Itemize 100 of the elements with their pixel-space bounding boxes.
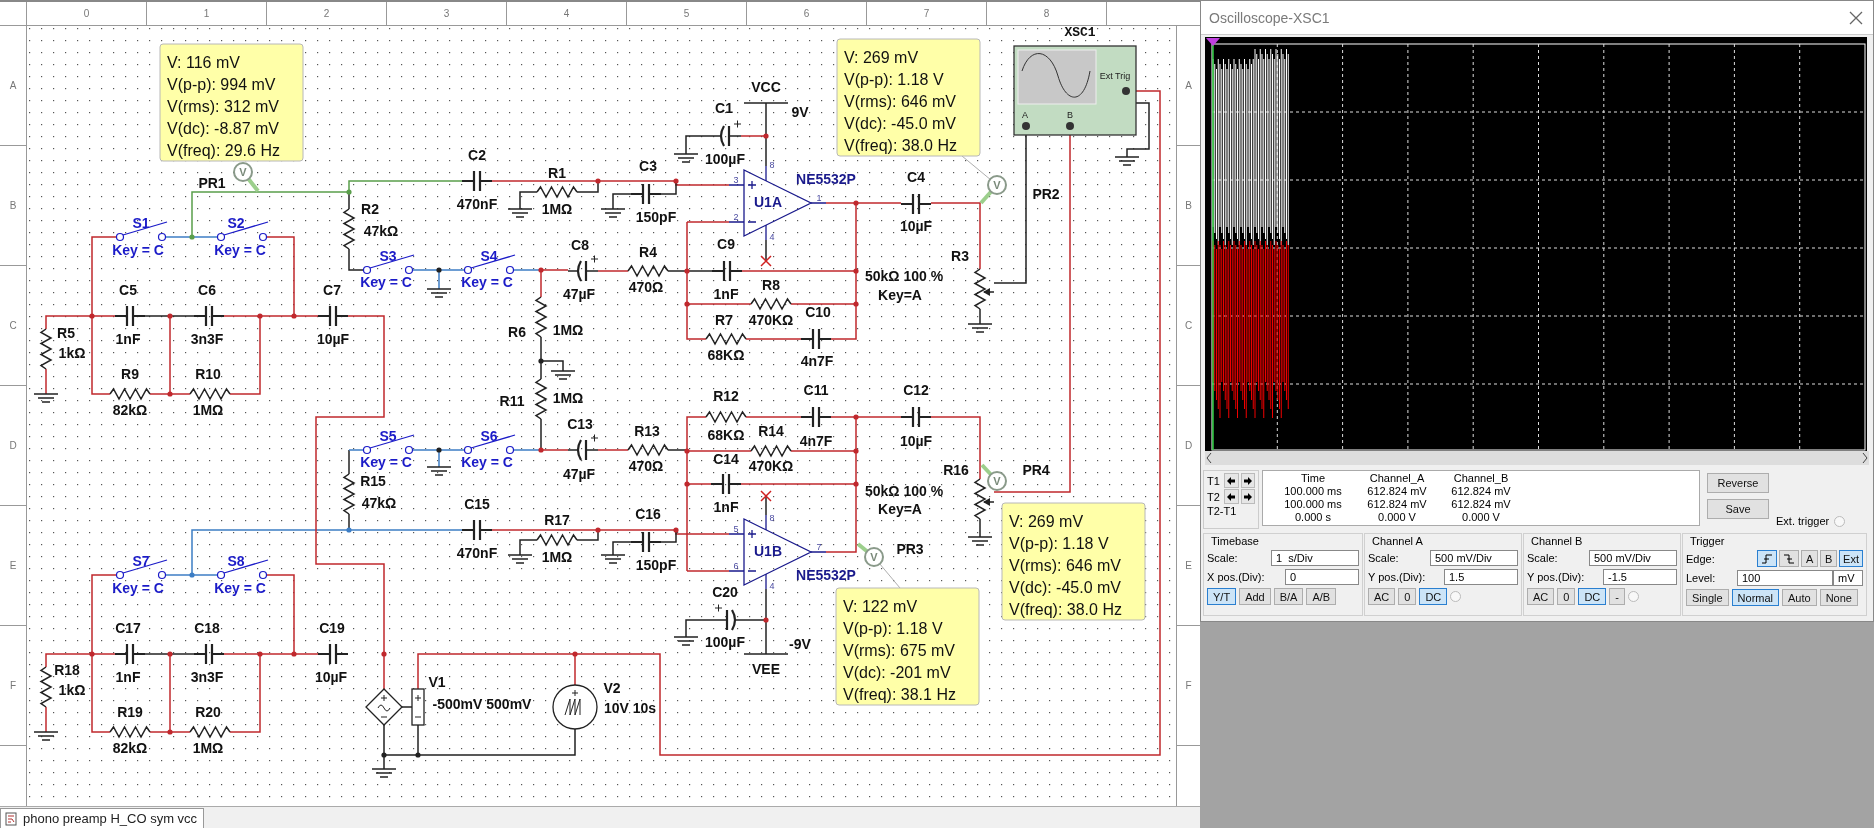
component-label: R9: [121, 366, 139, 383]
toggle-button[interactable]: AC: [1368, 588, 1396, 605]
input-field[interactable]: 0: [1285, 569, 1359, 585]
component-label: R1: [548, 165, 566, 182]
component-label: C13: [567, 416, 593, 433]
component-label: C4: [907, 169, 925, 186]
group-title: Channel A: [1371, 535, 1424, 547]
component-label: C18: [194, 620, 220, 637]
field-label: X pos.(Div):: [1207, 571, 1265, 583]
pin-number: 4: [769, 232, 775, 243]
ext-trigger-label: Ext. trigger: [1776, 515, 1830, 527]
field-label: Y pos.(Div):: [1368, 571, 1426, 583]
component-value: 1nF: [115, 331, 141, 348]
component-value: 1MΩ: [552, 390, 584, 407]
document-tab[interactable]: phono preamp H_CO sym vcc: [0, 808, 205, 828]
field-label: Y pos.(Div):: [1527, 571, 1585, 583]
component-value: 10V 10s: [603, 700, 657, 717]
input-field[interactable]: 1 s/Div: [1271, 550, 1359, 566]
action-button[interactable]: Reverse: [1707, 473, 1769, 493]
input-field[interactable]: 1.5: [1444, 569, 1518, 585]
probe-reading: V(dc): -201 mV: [843, 664, 951, 682]
mode-button[interactable]: None: [1819, 589, 1858, 606]
input-field[interactable]: 100: [1737, 570, 1833, 586]
window-title: Oscilloscope-XSC1: [1209, 9, 1330, 26]
component-value: 1MΩ: [541, 201, 573, 218]
key-label: Key = C: [214, 580, 266, 597]
component-label: S3: [379, 248, 397, 265]
ruler-label: F: [1185, 680, 1192, 692]
probe-reading: V(rms): 312 mV: [167, 98, 279, 116]
probe-reading: V(dc): -45.0 mV: [1009, 579, 1122, 597]
toggle-button[interactable]: Add: [1239, 588, 1271, 605]
component-label: S1: [132, 215, 150, 232]
trigger-source-button[interactable]: B: [1820, 550, 1838, 567]
cursor-label: T2: [1207, 490, 1221, 503]
key-label: Key = C: [112, 580, 164, 597]
mode-button[interactable]: Normal: [1731, 589, 1780, 606]
toggle-button[interactable]: 0: [1557, 588, 1576, 605]
probe-reading: V(freq): 38.0 Hz: [844, 137, 957, 155]
component-value: 470Ω: [628, 279, 664, 296]
component-value: 68KΩ: [707, 347, 745, 364]
component-value: 3n3F: [190, 669, 224, 686]
component-value: 1kΩ: [58, 345, 86, 362]
table-cell-text: 0.000 V: [1461, 511, 1501, 524]
toggle-button[interactable]: AC: [1527, 588, 1555, 605]
input-field[interactable]: -1.5: [1603, 569, 1677, 585]
component-value: 4n7F: [799, 433, 833, 450]
ruler-label: 8: [1043, 8, 1050, 20]
voltage-probe: V: [980, 464, 1007, 492]
component-value: 50kΩ 100 %: [864, 268, 944, 285]
component-value: 10µF: [314, 669, 348, 686]
input-field[interactable]: 500 mV/Div: [1430, 550, 1518, 566]
input-field[interactable]: 500 mV/Div: [1589, 550, 1677, 566]
component-label: R18: [54, 662, 80, 679]
voltage-probe: V: [856, 542, 884, 568]
table-cell-text: 612.824 mV: [1450, 485, 1512, 498]
toggle-button[interactable]: B/A: [1273, 588, 1304, 605]
component-label: C12: [903, 382, 929, 399]
toggle-button[interactable]: DC: [1578, 588, 1607, 605]
field-label: Scale:: [1527, 552, 1558, 564]
component-label: C7: [323, 282, 341, 299]
probe-reading: V: 116 mV: [167, 54, 240, 72]
ruler-label: A: [1185, 80, 1192, 92]
component-value: 1kΩ: [58, 682, 86, 699]
component-value: 82kΩ: [112, 740, 148, 757]
toggle-button[interactable]: DC: [1419, 588, 1448, 605]
toggle-button[interactable]: Y/T: [1207, 588, 1237, 605]
cursor-label: T1: [1207, 474, 1221, 487]
group-title: Channel B: [1530, 535, 1584, 547]
toggle-button[interactable]: 0: [1398, 588, 1417, 605]
toggle-button[interactable]: A/B: [1306, 588, 1337, 605]
component-label: C10: [805, 304, 831, 321]
toggle-button[interactable]: -: [1609, 588, 1625, 605]
component-label: C2: [468, 147, 486, 164]
action-button[interactable]: Save: [1707, 499, 1769, 519]
ruler-label: C: [1184, 320, 1193, 332]
probe-reading: V: 269 mV: [844, 49, 919, 67]
key-label: Key = C: [461, 274, 513, 291]
probe-label: PR3: [896, 541, 924, 558]
component-value: 50kΩ 100 %: [864, 483, 944, 500]
ruler-label: 0: [83, 8, 90, 20]
component-label: R6: [508, 324, 526, 341]
pin-number: 3: [733, 175, 739, 186]
component-label: R16: [943, 462, 969, 479]
trigger-source-button[interactable]: Ext: [1839, 550, 1863, 567]
ruler-label: 4: [563, 8, 570, 20]
unit-field[interactable]: mV: [1833, 570, 1863, 586]
mode-button[interactable]: Auto: [1782, 589, 1817, 606]
component-value: 82kΩ: [112, 402, 148, 419]
trigger-source-button[interactable]: A: [1801, 550, 1819, 567]
mode-button[interactable]: Single: [1686, 589, 1729, 606]
component-label: C20: [712, 584, 738, 601]
component-label: R3: [951, 248, 969, 265]
probe-reading: V(dc): -45.0 mV: [844, 115, 957, 133]
component-label: R15: [360, 473, 386, 490]
component-label: S4: [480, 248, 498, 265]
component-label: S7: [132, 553, 150, 570]
component-value: 1nF: [115, 669, 141, 686]
probe-reading: V(rms): 646 mV: [844, 93, 956, 111]
component-label: R10: [195, 366, 221, 383]
ruler-label: D: [1184, 440, 1193, 452]
